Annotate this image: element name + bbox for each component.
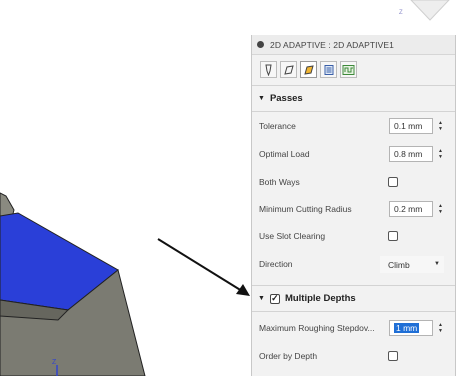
max-stepdown-row: Maximum Roughing Stepdov... 1 mm ▲ ▼	[259, 317, 449, 339]
panel-title: 2D ADAPTIVE : 2D ADAPTIVE1	[270, 39, 395, 50]
geometry-icon	[283, 64, 294, 75]
min-cutting-radius-spinner[interactable]: ▲ ▼	[435, 201, 446, 217]
heights-icon	[303, 64, 314, 75]
toolpath-properties-panel: 2D ADAPTIVE : 2D ADAPTIVE1 ▼ Passes Tole…	[251, 35, 456, 376]
tab-geometry[interactable]	[280, 61, 297, 78]
tab-tool[interactable]	[260, 61, 277, 78]
slot-clearing-label: Use Slot Clearing	[259, 231, 326, 241]
both-ways-label: Both Ways	[259, 177, 300, 187]
tab-passes[interactable]	[320, 61, 337, 78]
panel-header[interactable]: 2D ADAPTIVE : 2D ADAPTIVE1	[252, 35, 455, 55]
divider	[252, 311, 455, 312]
tolerance-spinner[interactable]: ▲ ▼	[435, 118, 446, 134]
max-stepdown-input[interactable]: 1 mm	[389, 320, 433, 336]
tab-heights[interactable]	[300, 61, 317, 78]
optimal-load-row: Optimal Load 0.8 mm ▲ ▼	[259, 143, 449, 165]
panel-status-dot	[257, 41, 264, 48]
tolerance-row: Tolerance 0.1 mm ▲ ▼	[259, 115, 449, 137]
passes-section-title: Passes	[269, 93, 303, 104]
order-by-depth-row: Order by Depth	[259, 345, 449, 367]
panel-tabs	[260, 61, 357, 78]
part-model[interactable]	[0, 192, 146, 376]
optimal-load-input[interactable]: 0.8 mm	[389, 146, 433, 162]
multiple-depths-title: Multiple Depths	[284, 293, 356, 304]
direction-select[interactable]: Climb ▼	[380, 256, 444, 273]
min-cutting-radius-row: Minimum Cutting Radius 0.2 mm ▲ ▼	[259, 198, 449, 220]
collapse-triangle-icon: ▼	[258, 295, 265, 302]
view-cube-axis-label: Z	[399, 10, 403, 16]
passes-icon	[324, 64, 333, 75]
tool-icon	[265, 64, 272, 76]
both-ways-row: Both Ways	[259, 171, 449, 193]
multiple-depths-checkbox[interactable]: ✓	[269, 293, 280, 304]
annotation-arrow-head	[236, 284, 250, 296]
multiple-depths-section-header[interactable]: ▼ ✓ Multiple Depths	[258, 293, 356, 304]
passes-section-header[interactable]: ▼ Passes	[258, 93, 303, 104]
linking-icon	[342, 64, 355, 75]
view-cube[interactable]	[410, 0, 450, 21]
slot-clearing-checkbox[interactable]	[388, 231, 398, 241]
divider	[252, 111, 455, 112]
axis-triad-label: Z	[52, 359, 57, 366]
chevron-down-icon: ▼	[434, 261, 440, 267]
divider	[252, 85, 455, 86]
divider	[252, 285, 455, 286]
slot-clearing-row: Use Slot Clearing	[259, 225, 449, 247]
annotation-arrow-line	[157, 238, 243, 292]
optimal-load-spinner[interactable]: ▲ ▼	[435, 146, 446, 162]
max-stepdown-spinner[interactable]: ▲ ▼	[435, 320, 446, 336]
order-by-depth-label: Order by Depth	[259, 351, 318, 361]
tab-linking[interactable]	[340, 61, 357, 78]
min-cutting-radius-input[interactable]: 0.2 mm	[389, 201, 433, 217]
order-by-depth-checkbox[interactable]	[388, 351, 398, 361]
tolerance-input[interactable]: 0.1 mm	[389, 118, 433, 134]
both-ways-checkbox[interactable]	[388, 177, 398, 187]
direction-row: Direction Climb ▼	[259, 253, 449, 275]
collapse-triangle-icon: ▼	[258, 95, 265, 102]
